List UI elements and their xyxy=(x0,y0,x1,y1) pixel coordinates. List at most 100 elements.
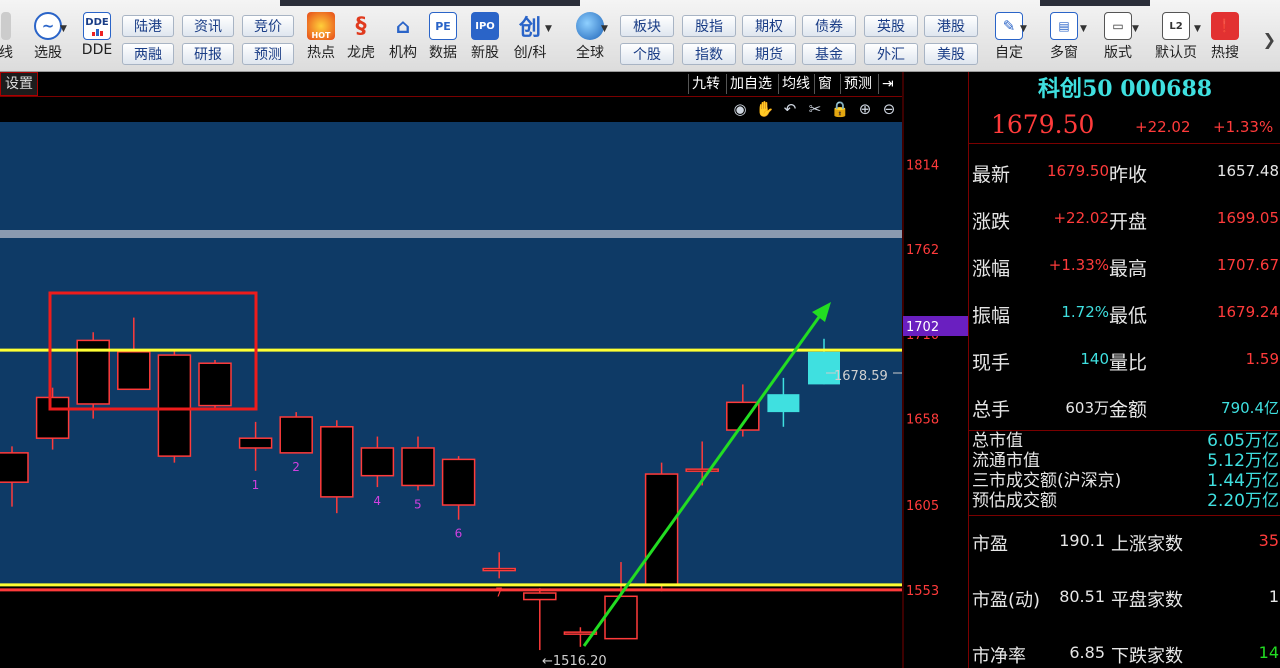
research-button[interactable]: 研报 xyxy=(182,43,234,65)
breadth-row: 市净率 6.85 下跌家数 14 xyxy=(969,630,1280,668)
dragon-tiger-button[interactable]: § 龙虎 xyxy=(342,0,380,62)
candle-body xyxy=(644,473,679,586)
candle[interactable] xyxy=(644,462,679,592)
futures-button[interactable]: 期货 xyxy=(742,43,796,65)
quote-label: 最新 xyxy=(972,164,1011,186)
y-axis-ticks-group: 181417621710165816051553 xyxy=(906,158,939,598)
breadth-label: 市净率 xyxy=(972,646,1026,667)
partial-icon xyxy=(1,12,11,40)
cap-value: 6.05万亿 xyxy=(1207,431,1279,451)
cap-value: 1.44万亿 xyxy=(1207,471,1279,491)
forecast-button[interactable]: 预测 xyxy=(242,43,294,65)
price-marker-label: 1678.59 xyxy=(834,369,888,384)
globe-icon xyxy=(576,12,604,40)
multi-window-dropdown-icon[interactable]: ▼ xyxy=(1080,24,1087,34)
sector-button[interactable]: 板块 xyxy=(620,15,674,37)
market-cap-row: 流通市值 5.12万亿 xyxy=(969,451,1280,471)
layout-icon: ▭ xyxy=(1104,12,1132,40)
main-toolbar: 线 ~ 选股 ▼ DDE DDE 陆港 两融 资讯 研报 竞价 预测 HOT 热… xyxy=(0,0,1280,72)
dde-button[interactable]: DDE DDE xyxy=(78,0,116,58)
quote-label: 总手 xyxy=(972,399,1011,421)
default-page-dropdown-icon[interactable]: ▼ xyxy=(1194,24,1201,34)
cap-label: 流通市值 xyxy=(972,451,1040,471)
count-label: 1 xyxy=(252,478,260,492)
market-cap-row: 总市值 6.05万亿 xyxy=(969,431,1280,451)
us-stocks-button[interactable]: 美股 xyxy=(924,43,978,65)
breadth-label-2: 平盘家数 xyxy=(1111,590,1183,611)
last-price: 1679.50 xyxy=(991,110,1095,139)
price-change: +22.02 xyxy=(1135,118,1191,136)
hk-stocks-button[interactable]: 港股 xyxy=(924,15,978,37)
stock-index-futures-button[interactable]: 股指 xyxy=(682,15,736,37)
quote-label: 现手 xyxy=(972,352,1011,374)
quote-row: 振幅 1.72% 最低 1679.24 xyxy=(969,289,1280,336)
data-pe-icon: PE xyxy=(429,12,457,40)
count-label: 4 xyxy=(373,494,381,508)
candle[interactable] xyxy=(279,412,313,454)
candle-body xyxy=(441,458,476,506)
uk-stocks-button[interactable]: 英股 xyxy=(864,15,918,37)
ipo-button[interactable]: IPO 新股 xyxy=(466,0,504,62)
margin-trading-button[interactable]: 两融 xyxy=(122,43,174,65)
candle[interactable] xyxy=(198,359,232,409)
quote-label-2: 金额 xyxy=(1109,399,1148,421)
quote-panel: 科创50 000688 1679.50 +22.02 +1.33% 最新 1679… xyxy=(968,72,1280,668)
breadth-row: 市盈 190.1 上涨家数 35 xyxy=(969,518,1280,566)
y-axis-tick-label: 1762 xyxy=(906,243,939,258)
candle-body xyxy=(767,394,800,413)
quote-value-2: 1679.24 xyxy=(1216,303,1279,321)
quote-value: 603万 xyxy=(1065,399,1109,417)
price-row: 1679.50 +22.02 +1.33% xyxy=(969,108,1280,144)
candle[interactable] xyxy=(157,350,192,463)
custom-dropdown-icon[interactable]: ▼ xyxy=(1020,24,1027,34)
market-cap-block: 总市值 6.05万亿 流通市值 5.12万亿 三市成交额(沪深京) 1.44万亿 预估成交额… xyxy=(969,430,1280,516)
quote-value: +1.33% xyxy=(1048,256,1109,274)
dragon-icon: § xyxy=(355,13,367,39)
highlight-band xyxy=(0,230,902,238)
quote-row: 总手 603万 金额 790.4亿 xyxy=(969,383,1280,430)
index-button[interactable]: 指数 xyxy=(682,43,736,65)
l2-home-icon: L2 xyxy=(1162,12,1190,40)
quote-label: 振幅 xyxy=(972,305,1011,327)
candle-body xyxy=(401,447,435,487)
breadth-label: 市盈 xyxy=(972,534,1008,555)
news-button[interactable]: 资讯 xyxy=(182,15,234,37)
custom-icon: ✎ xyxy=(995,12,1023,40)
hot-search-button[interactable]: ❗ 热搜 xyxy=(1204,0,1246,62)
low-marker-label: ←1516.20 xyxy=(542,654,607,668)
funds-button[interactable]: 基金 xyxy=(802,43,856,65)
lugang-button[interactable]: 陆港 xyxy=(122,15,174,37)
data-button[interactable]: PE 数据 xyxy=(424,0,462,62)
bonds-button[interactable]: 债券 xyxy=(802,15,856,37)
breadth-label-2: 上涨家数 xyxy=(1111,534,1183,555)
market-cap-row: 三市成交额(沪深京) 1.44万亿 xyxy=(969,471,1280,491)
stock-pick-dropdown-icon[interactable]: ▼ xyxy=(60,24,67,34)
auction-button[interactable]: 竞价 xyxy=(242,15,294,37)
hot-button[interactable]: HOT 热点 xyxy=(302,0,340,62)
breadth-count: 1 xyxy=(1268,587,1279,606)
individual-stock-button[interactable]: 个股 xyxy=(620,43,674,65)
institution-button[interactable]: ⌂ 机构 xyxy=(384,0,422,62)
quote-row: 最新 1679.50 昨收 1657.48 xyxy=(969,148,1280,195)
global-dropdown-icon[interactable]: ▼ xyxy=(601,24,608,34)
toolbar-scroll-right-icon[interactable]: ❯ xyxy=(1263,30,1276,49)
institution-icon: ⌂ xyxy=(395,14,411,38)
forex-button[interactable]: 外汇 xyxy=(864,43,918,65)
candlestick-chart[interactable]: 181417621710165816051553 124567 1702 167… xyxy=(0,72,968,668)
toolbar-partial-button[interactable]: 线 xyxy=(0,0,13,62)
chuang-dropdown-icon[interactable]: ▼ xyxy=(545,24,552,34)
quote-value: 1679.50 xyxy=(1046,162,1109,180)
breadth-count: 35 xyxy=(1258,531,1279,550)
quote-value-2: 1.59 xyxy=(1245,350,1279,368)
market-cap-row: 预估成交额 2.20万亿 xyxy=(969,491,1280,511)
options-button[interactable]: 期权 xyxy=(742,15,796,37)
candle-body xyxy=(482,567,516,572)
layout-dropdown-icon[interactable]: ▼ xyxy=(1132,24,1139,34)
current-price-tag-label: 1702 xyxy=(906,320,939,335)
chuang-ke-button[interactable]: 创 创/科 xyxy=(510,0,550,62)
candle-body xyxy=(0,452,29,483)
quote-label-2: 开盘 xyxy=(1109,211,1148,233)
candle[interactable] xyxy=(523,588,557,651)
quote-value-2: 790.4亿 xyxy=(1221,399,1279,417)
price-tag-group: 1702 xyxy=(903,316,968,336)
